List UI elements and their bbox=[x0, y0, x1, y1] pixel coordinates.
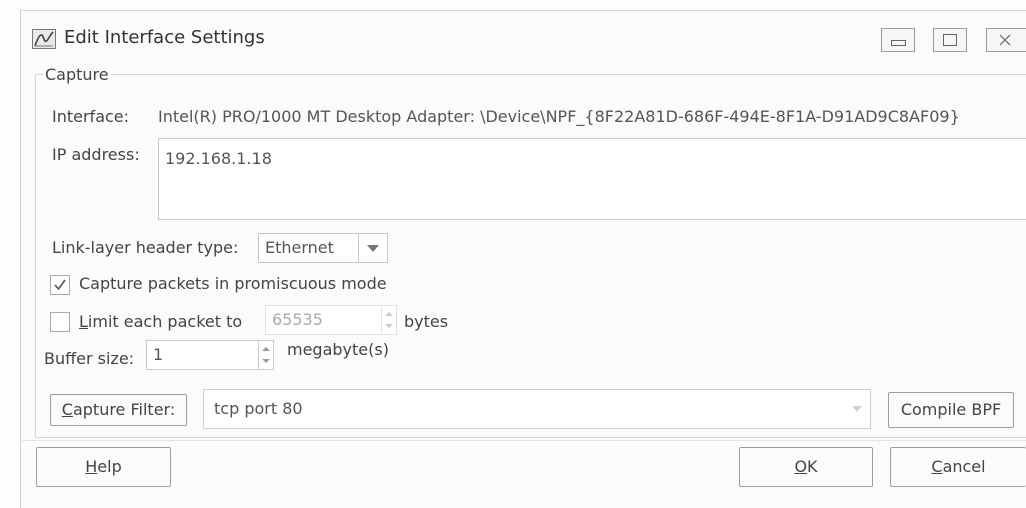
spin-down-icon bbox=[262, 359, 270, 363]
limit-unit-label: bytes bbox=[404, 312, 449, 331]
link-layer-select[interactable]: Ethernet bbox=[258, 233, 388, 263]
cancel-button[interactable]: Cancel bbox=[890, 447, 1026, 487]
wireshark-app-icon bbox=[32, 29, 56, 49]
maximize-button[interactable] bbox=[933, 28, 967, 52]
capture-filter-input[interactable]: tcp port 80 bbox=[203, 389, 871, 429]
spin-up-icon bbox=[385, 312, 393, 316]
chevron-down-icon bbox=[852, 406, 862, 412]
window-title: Edit Interface Settings bbox=[64, 27, 265, 48]
limit-packet-spinbox[interactable]: 65535 bbox=[265, 305, 397, 335]
buffer-size-label: Buffer size: bbox=[44, 349, 135, 368]
chevron-down-icon bbox=[367, 245, 379, 252]
limit-packet-value: 65535 bbox=[272, 310, 323, 329]
capture-filter-button[interactable]: Capture Filter: bbox=[50, 394, 187, 426]
minimize-icon bbox=[891, 40, 906, 46]
spin-down-icon bbox=[385, 324, 393, 328]
buffer-spin-buttons[interactable] bbox=[258, 341, 273, 369]
interface-label: Interface: bbox=[52, 107, 130, 126]
checkmark-icon bbox=[54, 279, 66, 291]
ip-address-value: 192.168.1.18 bbox=[165, 149, 272, 168]
dropdown-arrow[interactable] bbox=[358, 234, 387, 262]
buffer-size-spinbox[interactable]: 1 bbox=[146, 340, 274, 370]
help-button[interactable]: Help bbox=[36, 447, 171, 487]
limit-spin-buttons[interactable] bbox=[381, 306, 396, 334]
maximize-icon bbox=[943, 34, 957, 46]
filter-dropdown-arrow[interactable] bbox=[844, 390, 870, 428]
buffer-unit-label: megabyte(s) bbox=[287, 340, 389, 359]
spin-up-icon bbox=[262, 347, 270, 351]
link-layer-label: Link-layer header type: bbox=[52, 238, 239, 257]
minimize-button[interactable] bbox=[881, 28, 915, 52]
buffer-size-value: 1 bbox=[153, 345, 164, 364]
capture-group-label: Capture bbox=[43, 65, 111, 84]
ip-address-label: IP address: bbox=[52, 145, 140, 164]
interface-value: Intel(R) PRO/1000 MT Desktop Adapter: \D… bbox=[158, 107, 960, 126]
promiscuous-checkbox[interactable] bbox=[50, 275, 70, 295]
ok-button[interactable]: OK bbox=[739, 447, 873, 487]
close-button[interactable] bbox=[986, 28, 1026, 52]
compile-bpf-button[interactable]: Compile BPF bbox=[888, 392, 1014, 428]
capture-filter-value: tcp port 80 bbox=[214, 399, 303, 418]
limit-packet-label: Limit each packet to bbox=[79, 312, 243, 331]
ip-address-field[interactable]: 192.168.1.18 bbox=[158, 138, 1026, 220]
link-layer-value: Ethernet bbox=[265, 238, 334, 257]
promiscuous-label: Capture packets in promiscuous mode bbox=[79, 274, 387, 293]
close-icon bbox=[999, 34, 1011, 46]
limit-packet-checkbox[interactable] bbox=[50, 312, 70, 332]
footer-divider bbox=[20, 440, 1026, 441]
